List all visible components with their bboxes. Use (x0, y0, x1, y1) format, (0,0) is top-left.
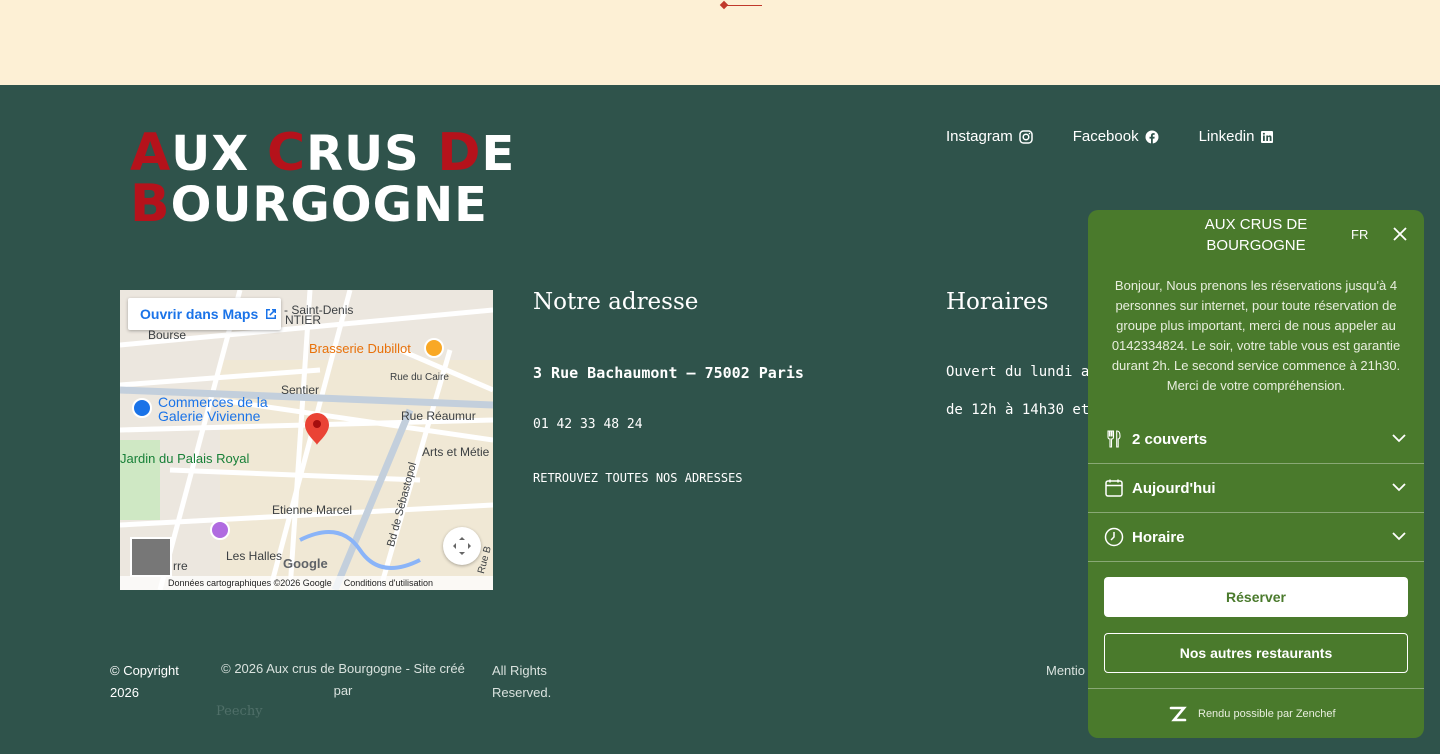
map-label-rre: rre (173, 559, 188, 573)
map-terms-link[interactable]: Conditions d'utilisation (344, 578, 433, 588)
cutlery-icon (1107, 430, 1121, 448)
reservation-widget: AUX CRUS DE BOURGOGNE FR Bonjour, Nous p… (1088, 210, 1424, 738)
top-section (0, 0, 1440, 85)
chevron-down-icon (1392, 483, 1406, 492)
hours-title: Horaires (946, 289, 1049, 315)
language-selector[interactable]: FR (1351, 227, 1368, 242)
legal-mentions-link[interactable]: Mentio (1046, 660, 1085, 682)
logo-line-1: AUX CRUS DE (130, 123, 516, 183)
social-links: Instagram Facebook Linkedin (946, 128, 1274, 145)
hours-line-1: Ouvert du lundi a (946, 364, 1090, 380)
hours-line-2: de 12h à 14h30 et (946, 402, 1090, 418)
map-label-commerces: Commerces de la (158, 394, 268, 410)
map-label-rue-reaumur: Rue Réaumur (401, 409, 476, 423)
site-logo[interactable]: AUX CRUS DE BOURGOGNE (130, 123, 516, 234)
map-layer-toggle[interactable] (130, 537, 172, 577)
linkedin-icon (1261, 130, 1274, 143)
google-logo: Google (283, 556, 328, 571)
logo-line-2: BOURGOGNE (130, 174, 488, 234)
map-label-bourse: Bourse (148, 328, 187, 342)
map-label-etienne: Etienne Marcel (272, 503, 353, 517)
map-label-arts: Arts et Métie (422, 445, 490, 459)
external-link-icon (266, 309, 277, 319)
map-label-galerie: Galerie Vivienne (158, 408, 261, 424)
address-phone[interactable]: 01 42 33 48 24 (533, 417, 643, 432)
map-label-rue-caire: Rue du Caire (390, 372, 449, 383)
divider-line (727, 5, 762, 6)
facebook-icon (1145, 130, 1159, 144)
zenchef-logo-icon (1169, 706, 1187, 722)
widget-divider (1088, 688, 1424, 689)
copyright-label: © Copyright 2026 (110, 663, 179, 700)
linkedin-link[interactable]: Linkedin (1199, 128, 1275, 145)
instagram-link[interactable]: Instagram (946, 128, 1033, 145)
facebook-link[interactable]: Facebook (1073, 128, 1159, 145)
map-label-sentier: Sentier (281, 383, 320, 397)
rights-text: All Rights Reserved. (492, 663, 552, 700)
instagram-icon (1018, 129, 1033, 144)
map-label-brasserie: Brasserie Dubillot (309, 341, 411, 356)
chevron-down-icon (1392, 532, 1406, 541)
all-addresses-link[interactable]: RETROUVEZ TOUTES NOS ADRESSES (533, 471, 743, 485)
calendar-icon (1105, 479, 1123, 497)
map-label-jardin: Jardin du Palais Royal (120, 451, 250, 466)
reserve-button[interactable]: Réserver (1104, 577, 1408, 617)
clock-icon (1104, 527, 1124, 547)
move-arrows-icon (453, 537, 471, 555)
other-restaurants-button[interactable]: Nos autres restaurants (1104, 633, 1408, 673)
site-credit: © 2026 Aux crus de Bourgogne - Site créé… (221, 661, 465, 698)
map-move-control[interactable] (443, 527, 481, 565)
address-street: 3 Rue Bachaumont – 75002 Paris (533, 364, 804, 382)
map-attribution: Données cartographiques ©2026 Google Con… (120, 576, 493, 590)
address-title: Notre adresse (533, 289, 699, 315)
time-selector[interactable]: Horaire (1088, 513, 1424, 562)
map-label-halles: Les Halles (226, 549, 283, 563)
open-in-maps-button[interactable]: Ouvrir dans Maps (128, 298, 281, 330)
widget-title: AUX CRUS DE BOURGOGNE (1204, 216, 1308, 254)
guests-selector[interactable]: 2 couverts (1088, 415, 1424, 464)
widget-description: Bonjour, Nous prenons les réservations j… (1111, 278, 1401, 393)
powered-by[interactable]: Rendu possible par Zenchef (1168, 704, 1336, 724)
close-icon[interactable] (1391, 225, 1409, 243)
agency-link[interactable]: Peechy (216, 701, 263, 723)
map-label-ntier: NTIER (285, 313, 321, 327)
chevron-down-icon (1392, 434, 1406, 443)
date-selector[interactable]: Aujourd'hui (1088, 464, 1424, 513)
